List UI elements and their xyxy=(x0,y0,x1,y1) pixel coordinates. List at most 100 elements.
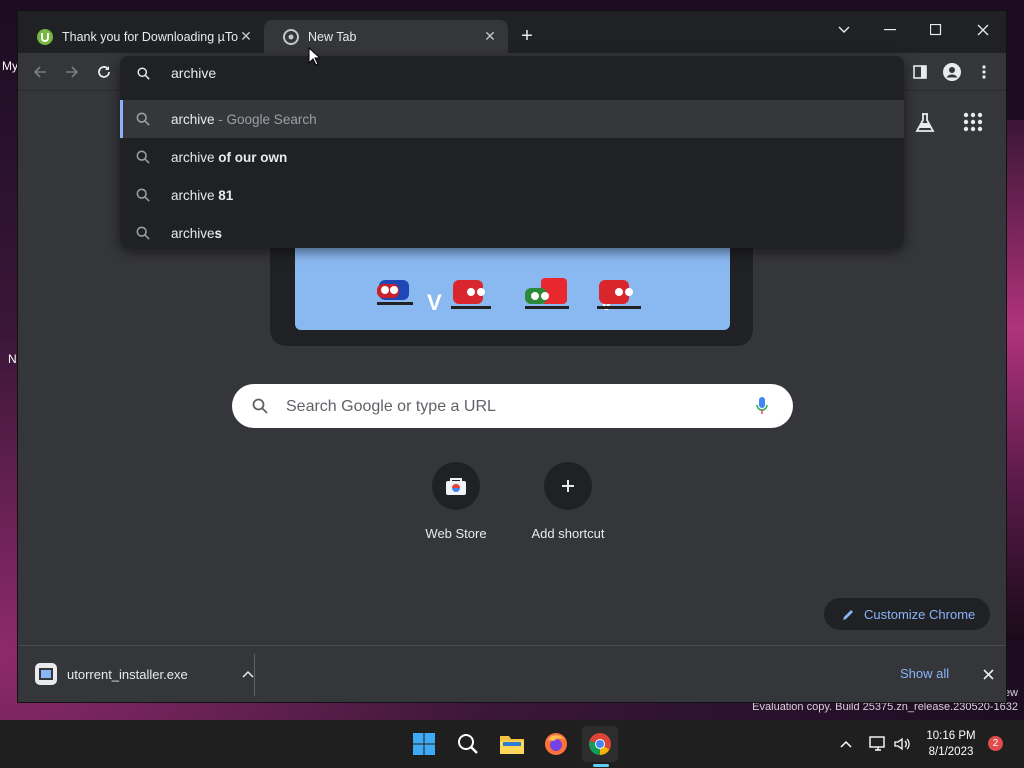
close-icon[interactable]: ✕ xyxy=(238,28,254,45)
notification-badge[interactable]: 2 xyxy=(988,736,1003,751)
evaluation-watermark: Evaluation copy. Build 25375.zn_release.… xyxy=(752,701,1018,713)
pencil-icon xyxy=(843,609,853,620)
desktop-icon-label[interactable]: N xyxy=(8,352,17,366)
shortcut-add[interactable]: Add shortcut xyxy=(512,462,624,541)
firefox-button[interactable] xyxy=(538,726,574,762)
shortcut-tile xyxy=(432,462,480,510)
address-input[interactable] xyxy=(169,60,773,86)
suggestion-text: archive 81 xyxy=(171,187,234,203)
search-icon xyxy=(136,112,150,126)
forward-button[interactable] xyxy=(60,60,84,84)
desktop-icon-label[interactable]: My xyxy=(2,59,18,73)
clock-time: 10:16 PM xyxy=(926,730,976,742)
search-icon xyxy=(136,188,150,202)
firefox-icon xyxy=(545,733,567,755)
suggestion-item[interactable]: archive 81 xyxy=(120,176,904,214)
omnibox[interactable] xyxy=(120,56,904,89)
skate-icon xyxy=(377,280,413,305)
arrow-right-icon xyxy=(66,66,79,78)
reload-icon xyxy=(98,66,110,78)
tray-overflow-button[interactable] xyxy=(836,734,856,754)
suggestion-item[interactable]: archive - Google Search xyxy=(120,100,904,138)
profile-icon xyxy=(943,63,961,81)
network-icon xyxy=(869,736,885,751)
tab-title: Thank you for Downloading µTorrent xyxy=(62,29,238,44)
taskbar: 10:16 PM 8/1/2023 2 xyxy=(0,720,1024,768)
web-store-icon xyxy=(446,478,466,495)
google-doodle[interactable]: V V xyxy=(295,248,730,330)
suggestion-item[interactable]: archive of our own xyxy=(120,138,904,176)
browser-window: Thank you for Downloading µTorrent ✕ New… xyxy=(18,11,1006,702)
clock-date: 8/1/2023 xyxy=(928,746,974,758)
ntp-search-box[interactable] xyxy=(232,384,793,428)
customize-chrome-button[interactable]: Customize Chrome xyxy=(824,598,990,630)
show-all-link[interactable]: Show all xyxy=(900,666,949,681)
download-item[interactable]: utorrent_installer.exe xyxy=(34,658,254,690)
close-icon xyxy=(982,668,994,680)
back-button[interactable] xyxy=(28,60,52,84)
suggestion-text: archive of our own xyxy=(171,149,288,165)
tab-search-button[interactable] xyxy=(829,17,859,43)
installer-file-icon xyxy=(35,663,57,685)
shortcut-label: Add shortcut xyxy=(531,526,605,541)
close-icon xyxy=(977,24,989,36)
minimize-button[interactable] xyxy=(875,17,905,43)
file-explorer-icon xyxy=(500,736,524,754)
microphone-icon[interactable] xyxy=(756,397,768,415)
divider xyxy=(254,654,255,696)
search-icon xyxy=(136,150,150,164)
plus-icon xyxy=(562,480,574,492)
network-button[interactable] xyxy=(868,734,888,754)
utorrent-icon xyxy=(37,28,53,45)
ntp-search-input[interactable] xyxy=(284,394,728,420)
skate-icon xyxy=(525,278,569,309)
search-icon xyxy=(458,734,478,754)
system-clock[interactable]: 10:16 PM 8/1/2023 xyxy=(916,728,986,760)
chrome-icon xyxy=(589,733,611,755)
shortcut-tile xyxy=(544,462,592,510)
suggestion-text: archives xyxy=(171,225,223,241)
search-icon xyxy=(252,398,268,414)
close-window-button[interactable] xyxy=(968,17,998,43)
apps-grid-icon[interactable] xyxy=(963,112,983,132)
new-tab-button[interactable]: + xyxy=(516,26,538,48)
chevron-up-icon xyxy=(840,740,852,748)
speaker-icon xyxy=(894,737,910,751)
file-explorer-button[interactable] xyxy=(494,726,530,762)
side-panel-button[interactable] xyxy=(908,60,932,84)
tab-strip: Thank you for Downloading µTorrent ✕ New… xyxy=(18,11,1006,53)
maximize-button[interactable] xyxy=(921,17,951,43)
chrome-taskbar-button[interactable] xyxy=(582,726,618,762)
watermark-tail: ew xyxy=(1003,687,1018,699)
minimize-icon xyxy=(884,29,896,31)
windows-start-icon xyxy=(413,733,435,755)
taskbar-search-button[interactable] xyxy=(450,726,486,762)
mouse-cursor-icon xyxy=(308,47,320,66)
tab-new-tab[interactable]: New Tab ✕ xyxy=(264,20,508,53)
tab-title: New Tab xyxy=(308,29,357,44)
chevron-up-icon[interactable] xyxy=(242,670,254,678)
omnibox-dropdown: archive - Google Search archive of our o… xyxy=(120,56,904,248)
suggestion-item[interactable]: archives xyxy=(120,214,904,252)
maximize-icon xyxy=(930,24,942,36)
arrow-left-icon xyxy=(33,66,46,78)
customize-label: Customize Chrome xyxy=(864,606,976,622)
start-button[interactable] xyxy=(406,726,442,762)
selection-indicator xyxy=(120,100,123,138)
download-shelf: utorrent_installer.exe Show all xyxy=(18,645,1006,702)
doodle-letter: V xyxy=(427,290,442,315)
volume-button[interactable] xyxy=(892,734,912,754)
shortcut-label: Web Store xyxy=(425,526,487,541)
chrome-icon xyxy=(283,28,299,45)
close-icon[interactable]: ✕ xyxy=(482,28,498,45)
profile-button[interactable] xyxy=(940,60,964,84)
side-panel-icon xyxy=(913,65,927,79)
shortcut-web-store[interactable]: Web Store xyxy=(400,462,512,541)
reload-button[interactable] xyxy=(92,60,116,84)
close-download-shelf-button[interactable] xyxy=(978,664,998,684)
download-filename: utorrent_installer.exe xyxy=(67,666,188,682)
menu-button[interactable] xyxy=(972,60,996,84)
labs-icon[interactable] xyxy=(913,111,937,135)
search-icon xyxy=(136,226,150,240)
tab-utorrent[interactable]: Thank you for Downloading µTorrent ✕ xyxy=(18,20,264,53)
